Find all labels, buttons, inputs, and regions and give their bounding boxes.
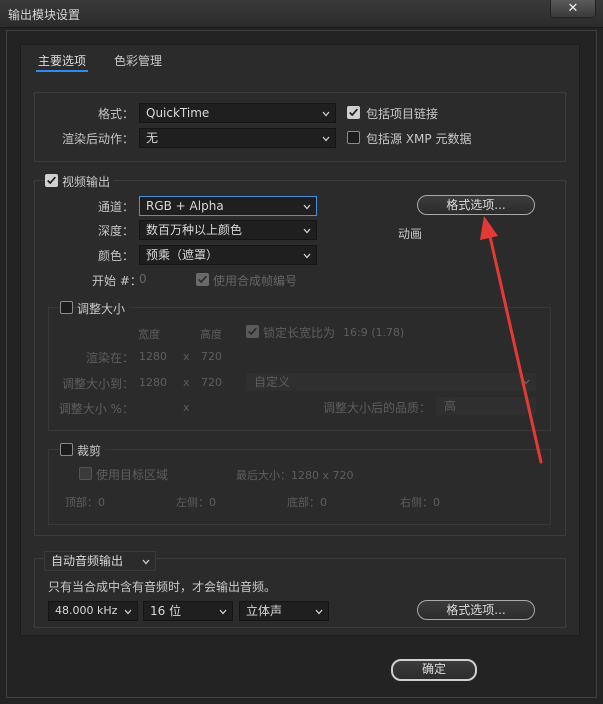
channels-value: RGB + Alpha [146, 199, 224, 213]
audio-rate-dropdown[interactable]: 48.000 kHz [48, 601, 138, 621]
render-at-height: 720 [201, 350, 222, 363]
checkmark-icon [248, 327, 257, 336]
resize-percent-label: 调整大小 %： [58, 402, 134, 416]
crop-section [48, 449, 551, 525]
video-output-checkbox[interactable] [45, 174, 58, 187]
post-render-label: 渲染后动作： [61, 132, 134, 146]
render-at-width: 1280 [139, 350, 167, 363]
format-dropdown[interactable]: QuickTime [139, 103, 336, 123]
tab-active-indicator [36, 70, 88, 72]
chevron-down-icon [142, 559, 150, 565]
audio-format-options-button[interactable]: 格式选项... [417, 600, 535, 620]
depth-value: 数百万种以上颜色 [146, 223, 243, 237]
chevron-down-icon [303, 228, 311, 234]
crop-header: 裁剪 [77, 442, 106, 459]
include-project-link-label: 包括项目链接 [366, 107, 439, 121]
use-roi-checkbox[interactable] [79, 467, 92, 480]
chevron-down-icon [124, 609, 132, 615]
resize-preset-value: 自定义 [254, 375, 291, 389]
video-format-options-button[interactable]: 格式选项... [417, 195, 535, 215]
resize-col-width: 宽度 [138, 328, 160, 341]
resize-to-x: x [183, 376, 190, 389]
format-value: QuickTime [146, 106, 210, 120]
depth-dropdown[interactable]: 数百万种以上颜色 [139, 220, 317, 240]
render-at-x: x [183, 350, 190, 363]
channels-dropdown[interactable]: RGB + Alpha [139, 196, 317, 216]
title-bar: 输出模块设置 ✕ [0, 0, 603, 28]
resize-quality-value: 高 [444, 399, 457, 413]
start-frame-value[interactable]: 0 [139, 272, 147, 286]
audio-bits-dropdown[interactable]: 16 位 [143, 601, 233, 621]
crop-right: 右侧：0 [400, 496, 440, 509]
close-button[interactable]: ✕ [550, 0, 596, 18]
crop-left: 左侧：0 [176, 496, 216, 509]
chevron-down-icon [303, 253, 311, 259]
resize-checkbox[interactable] [60, 301, 73, 314]
tab-main-options[interactable]: 主要选项 [38, 52, 86, 69]
audio-bits-value: 16 位 [150, 604, 182, 618]
start-frame-label: 开始 #： [92, 274, 142, 288]
lock-aspect-checkbox[interactable] [246, 325, 259, 338]
tab-color-management[interactable]: 色彩管理 [114, 52, 162, 69]
post-render-dropdown[interactable]: 无 [139, 128, 336, 148]
include-xmp-checkbox[interactable] [347, 131, 360, 144]
lock-aspect-label: 锁定长宽比为 [263, 326, 336, 340]
audio-mode-value: 自动音频输出 [51, 554, 124, 568]
checkmark-icon [198, 275, 207, 284]
resize-quality-label: 调整大小后的品质： [322, 401, 431, 415]
checkmark-icon [349, 108, 358, 117]
resize-to-label: 调整大小到： [61, 377, 134, 391]
ok-button[interactable]: 确定 [391, 659, 477, 681]
chevron-down-icon [315, 609, 323, 615]
resize-col-height: 高度 [200, 328, 222, 341]
resize-header: 调整大小 [77, 300, 130, 317]
crop-final-size: 最后大小：1280 x 720 [236, 469, 354, 482]
audio-channels-value: 立体声 [246, 604, 283, 618]
crop-top: 顶部：0 [65, 496, 105, 509]
chevron-down-icon [303, 204, 311, 210]
audio-channels-dropdown[interactable]: 立体声 [239, 601, 329, 621]
resize-percent-x: x [183, 401, 190, 414]
chevron-down-icon [322, 111, 330, 117]
chevron-down-icon [522, 379, 530, 385]
color-dropdown[interactable]: 预乘（遮罩） [139, 245, 317, 265]
use-roi-label: 使用目标区域 [96, 468, 169, 482]
depth-label: 深度： [97, 224, 134, 238]
audio-note: 只有当合成中含有音频时，才会输出音频。 [48, 580, 277, 594]
use-comp-frame-checkbox[interactable] [196, 273, 209, 286]
resize-quality-dropdown[interactable]: 高 [436, 397, 536, 415]
post-render-value: 无 [146, 131, 159, 145]
include-project-link-checkbox[interactable] [347, 106, 360, 119]
checkmark-icon [47, 176, 56, 185]
color-value: 预乘（遮罩） [146, 248, 219, 262]
format-label: 格式： [97, 107, 134, 121]
use-comp-frame-label: 使用合成帧编号 [213, 274, 298, 288]
audio-rate-value: 48.000 kHz [55, 604, 118, 617]
video-output-header: 视频输出 [62, 173, 115, 190]
resize-to-width[interactable]: 1280 [139, 376, 167, 389]
include-xmp-label: 包括源 XMP 元数据 [366, 132, 472, 146]
crop-checkbox[interactable] [60, 443, 73, 456]
window-title: 输出模块设置 [8, 8, 81, 22]
resize-preset-dropdown[interactable]: 自定义 [246, 373, 536, 391]
lock-aspect-value: 16:9 (1.78) [343, 326, 405, 339]
chevron-down-icon [219, 609, 227, 615]
color-label: 颜色： [97, 249, 134, 263]
crop-bottom: 底部：0 [287, 496, 327, 509]
render-at-label: 渲染在： [85, 351, 134, 365]
format-info-text: 动画 [398, 227, 423, 241]
audio-mode-dropdown[interactable]: 自动音频输出 [44, 551, 156, 571]
channels-label: 通道： [97, 200, 134, 214]
resize-to-height[interactable]: 720 [201, 376, 222, 389]
chevron-down-icon [322, 136, 330, 142]
